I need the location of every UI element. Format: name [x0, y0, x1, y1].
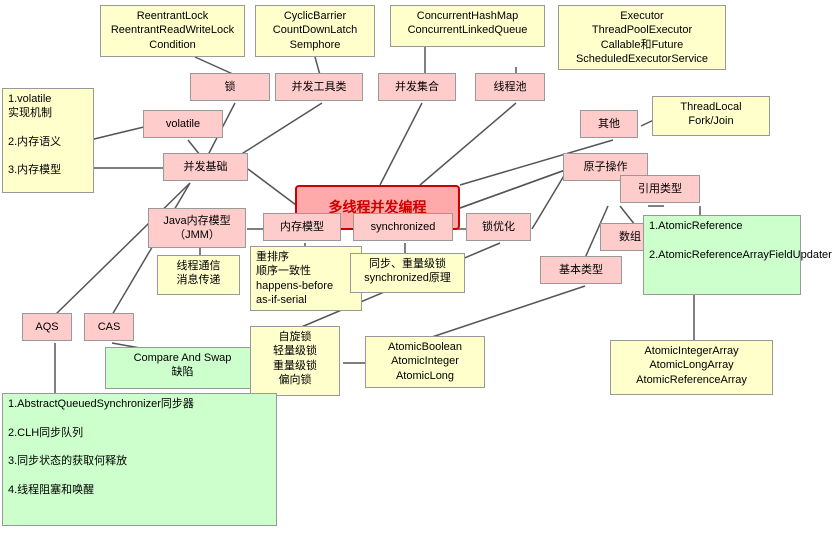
suozhong-box: 自旋锁 轻量级锁 重量级锁 偏向锁 — [250, 326, 340, 396]
bingfa-gongju-label: 并发工具类 — [292, 80, 347, 94]
atomic-bool-label: AtomicBoolean AtomicInteger AtomicLong — [388, 341, 462, 382]
bingfa-gongju-box: 并发工具类 — [275, 73, 363, 101]
chongpai-box: 重排序 顺序一致性 happens-before as-if-serial — [250, 246, 362, 311]
jmm-box: Java内存模型 （JMM） — [148, 208, 246, 248]
cas-label: CAS — [98, 320, 121, 334]
neicun-moxing-box: 内存模型 — [263, 213, 341, 241]
bingfa-jihe-label: 并发集合 — [395, 80, 439, 94]
volatile-left-label: 1.volatile 实现机制 2.内存语义 3.内存模型 — [8, 92, 88, 178]
xiancheng-tongxin-label: 线程通信 消息传递 — [177, 260, 221, 286]
diagram: 多线程并发编程 ReentrantLock ReentrantReadWrite… — [0, 0, 840, 542]
compare-and-swap-box: Compare And Swap 缺陷 — [105, 347, 260, 389]
aqs-label: AQS — [35, 320, 58, 334]
volatile-label: volatile — [166, 117, 200, 131]
executor-label: Executor ThreadPoolExecutor Callable和Fut… — [576, 10, 708, 65]
threadlocal-label: ThreadLocal Fork/Join — [680, 101, 741, 127]
aqs-detail-label: 1.AbstractQueuedSynchronizer同步器 2.CLH同步队… — [8, 397, 271, 497]
threadlocal-box: ThreadLocal Fork/Join — [652, 96, 770, 136]
cyclic-box: CyclicBarrier CountDownLatch Semphore — [255, 5, 375, 57]
xiancheng-chi-box: 线程池 — [475, 73, 545, 101]
executor-box: Executor ThreadPoolExecutor Callable和Fut… — [558, 5, 726, 70]
suo-youhua-box: 锁优化 — [466, 213, 531, 241]
atomic-ref-box: 1.AtomicReference 2.AtomicReferenceArray… — [643, 215, 801, 295]
xiancheng-tongxin-box: 线程通信 消息传递 — [157, 255, 240, 295]
bingfa-jihe-box: 并发集合 — [378, 73, 456, 101]
jmm-label: Java内存模型 （JMM） — [163, 214, 230, 243]
concurrent-map-box: ConcurrentHashMap ConcurrentLinkedQueue — [390, 5, 545, 47]
qita-label: 其他 — [598, 117, 620, 131]
compare-and-swap-label: Compare And Swap 缺陷 — [134, 352, 232, 378]
atomic-array-label: AtomicIntegerArray AtomicLongArray Atomi… — [636, 345, 747, 386]
synchronized-box: synchronized — [353, 213, 453, 241]
atomic-array-box: AtomicIntegerArray AtomicLongArray Atomi… — [610, 340, 773, 395]
bingfa-jichu-label: 并发基础 — [184, 160, 228, 174]
bingfa-jichu-box: 并发基础 — [163, 153, 248, 181]
jiben-leixing-label: 基本类型 — [559, 263, 603, 277]
atomic-ref-label: 1.AtomicReference 2.AtomicReferenceArray… — [649, 219, 795, 262]
neicun-moxing-label: 内存模型 — [280, 220, 324, 234]
yinyong-leixing-label: 引用类型 — [638, 182, 682, 196]
yinyong-leixing-box: 引用类型 — [620, 175, 700, 203]
aqs-detail-box: 1.AbstractQueuedSynchronizer同步器 2.CLH同步队… — [2, 393, 277, 526]
reentrantlock-label: ReentrantLock ReentrantReadWriteLock Con… — [111, 10, 234, 51]
shuzu-label: 数组 — [619, 230, 641, 244]
volatile-left-box: 1.volatile 实现机制 2.内存语义 3.内存模型 — [2, 88, 94, 193]
synchronized-label: synchronized — [371, 220, 436, 234]
aqs-box: AQS — [22, 313, 72, 341]
suo-box: 锁 — [190, 73, 270, 101]
chongpai-label: 重排序 顺序一致性 happens-before as-if-serial — [256, 250, 356, 307]
atomic-bool-box: AtomicBoolean AtomicInteger AtomicLong — [365, 336, 485, 388]
cyclic-label: CyclicBarrier CountDownLatch Semphore — [273, 10, 357, 51]
suo-label: 锁 — [225, 80, 236, 94]
reentrantlock-box: ReentrantLock ReentrantReadWriteLock Con… — [100, 5, 245, 57]
xiancheng-chi-label: 线程池 — [494, 80, 527, 94]
volatile-box: volatile — [143, 110, 223, 138]
qita-box: 其他 — [580, 110, 638, 138]
cas-box: CAS — [84, 313, 134, 341]
concurrent-map-label: ConcurrentHashMap ConcurrentLinkedQueue — [408, 10, 528, 36]
suozhong-label: 自旋锁 轻量级锁 重量级锁 偏向锁 — [273, 331, 317, 386]
yuanzi-caozuo-label: 原子操作 — [584, 160, 628, 174]
sync-detail-label: 同步、重量级锁 synchronized原理 — [364, 258, 451, 284]
jiben-leixing-box: 基本类型 — [540, 256, 622, 284]
sync-detail-box: 同步、重量级锁 synchronized原理 — [350, 253, 465, 293]
suo-youhua-label: 锁优化 — [482, 220, 515, 234]
